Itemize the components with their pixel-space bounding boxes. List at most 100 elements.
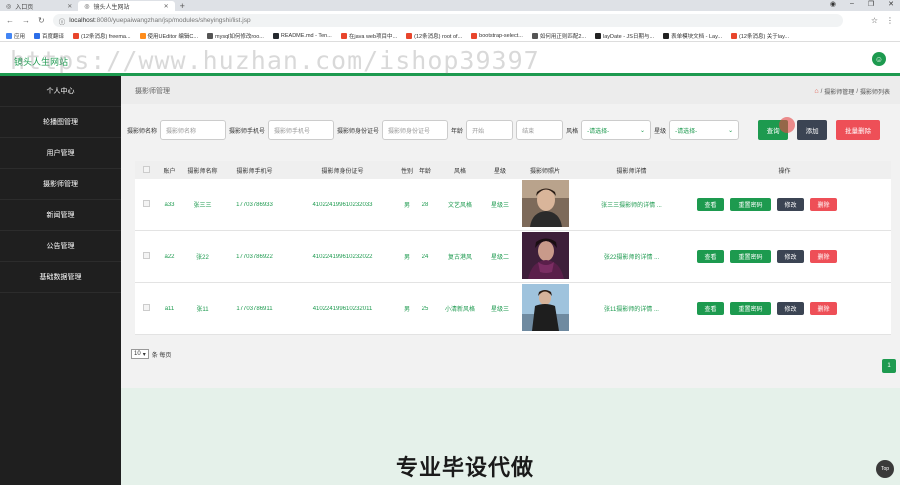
sidebar-item-label: 新闻管理 (46, 212, 75, 219)
style-select[interactable]: -请选择- ⌄ (581, 120, 652, 140)
bookmark-item[interactable]: 应用 (6, 32, 25, 40)
delete-button[interactable]: 删除 (810, 198, 837, 211)
bookmark-favicon-icon (6, 32, 12, 39)
bookmark-item[interactable]: 在java web项目中... (340, 32, 397, 40)
new-tab-button[interactable]: + (175, 1, 190, 11)
header-detail: 摄影师详情 (616, 168, 647, 175)
back-icon[interactable]: ← (6, 16, 14, 25)
cell-gender: 男 (403, 307, 410, 313)
menu-icon[interactable]: ⋮ (886, 16, 894, 25)
globe-icon: ◎ (84, 3, 90, 10)
forward-icon[interactable]: → (22, 16, 30, 25)
table-row: a33 张三三 17703786933 410224199610232033 男… (135, 179, 891, 231)
bookmark-favicon-icon (340, 32, 347, 39)
bookmark-favicon-icon (731, 32, 737, 39)
idcard-input[interactable]: 摄影师身份证号 (382, 120, 449, 140)
star-icon[interactable]: ☆ (871, 16, 878, 25)
edit-button[interactable]: 修改 (777, 198, 804, 211)
close-window-icon[interactable]: ✕ (888, 0, 894, 8)
reload-icon[interactable]: ↻ (38, 16, 45, 25)
name-label: 摄影师名称 (127, 128, 158, 135)
maximize-icon[interactable]: ❐ (868, 0, 874, 8)
edit-button[interactable]: 修改 (777, 250, 804, 263)
breadcrumb-item[interactable]: 摄影师管理 (824, 87, 854, 96)
cell-detail: 张11摄影师的详情 ... (604, 307, 659, 313)
sidebar-item-label: 基础数据管理 (39, 274, 82, 281)
style-select-value: -请选择- (587, 128, 610, 135)
bookmark-item[interactable]: 表单模块文档 - Lay... (663, 32, 722, 40)
back-to-top-button[interactable]: Top (876, 460, 894, 478)
cell-phone: 17703786922 (236, 253, 273, 260)
bookmark-item[interactable]: 如何用正则匹配2... (531, 32, 586, 40)
age-start-input[interactable]: 开始 (466, 120, 514, 140)
select-all-checkbox[interactable] (135, 165, 157, 175)
reset-password-button[interactable]: 重置密码 (730, 302, 771, 315)
sidebar-item-carousel[interactable]: 轮播图管理 (0, 107, 121, 138)
age-end-input[interactable]: 结束 (516, 120, 564, 140)
user-avatar-icon[interactable]: ☺ (872, 52, 886, 66)
delete-button[interactable]: 删除 (810, 302, 837, 315)
close-icon[interactable]: ✕ (164, 3, 169, 10)
cell-name: 张三三 (193, 203, 212, 209)
cell-gender: 男 (403, 203, 410, 209)
sidebar-item-users[interactable]: 用户管理 (0, 138, 121, 169)
bookmark-item[interactable]: 百度翻译 (34, 32, 64, 40)
page-size-value: 10 (134, 351, 141, 357)
bookmark-label: 应用 (14, 33, 26, 40)
home-icon[interactable]: ⌂ (814, 88, 818, 95)
bookmark-item[interactable]: layDate - JS日期与... (595, 32, 654, 40)
app-title: 镜头人生网站 (14, 57, 69, 67)
sidebar: 个人中心 轮播图管理 用户管理 摄影师管理 新闻管理 公告管理 基础数据管理 (0, 76, 121, 485)
row-checkbox[interactable] (135, 252, 157, 261)
sidebar-item-news[interactable]: 新闻管理 (0, 200, 121, 231)
phone-input[interactable]: 摄影师手机号 (268, 120, 335, 140)
add-button[interactable]: 添加 (797, 120, 828, 140)
minimize-icon[interactable]: – (850, 0, 854, 8)
bookmark-favicon-icon (531, 32, 538, 39)
bookmark-label: (12条消息) freema... (81, 33, 131, 40)
header-ops: 操作 (778, 168, 791, 175)
close-icon[interactable]: ✕ (67, 3, 72, 10)
bookmark-item[interactable]: (12条消息) 关于lay... (731, 32, 789, 40)
cell-style: 文艺风格 (447, 203, 472, 209)
account-icon[interactable]: ◉ (830, 0, 836, 8)
delete-button[interactable]: 删除 (810, 250, 837, 263)
bookmark-label: (12条消息) 关于lay... (739, 33, 790, 40)
bookmark-favicon-icon (595, 32, 602, 39)
browser-tab-active[interactable]: ◎ 镜头人生网站 ✕ (78, 1, 175, 11)
page-size-select[interactable]: 10 ▾ (131, 349, 149, 359)
view-button[interactable]: 查看 (697, 250, 724, 263)
phone-label: 摄影师手机号 (229, 128, 266, 135)
name-input[interactable]: 摄影师名称 (160, 120, 227, 140)
cell-idcard: 410224199610232011 (312, 305, 373, 312)
view-button[interactable]: 查看 (697, 302, 724, 315)
bookmark-item[interactable]: bootstrap-select... (471, 32, 523, 39)
cell-account: a33 (164, 201, 175, 208)
sidebar-item-notices[interactable]: 公告管理 (0, 231, 121, 262)
view-button[interactable]: 查看 (697, 198, 724, 211)
bookmark-item[interactable]: README.md - Ten... (272, 32, 332, 39)
batch-delete-button[interactable]: 批量删除 (836, 120, 881, 140)
chevron-down-icon: ⌄ (640, 127, 646, 134)
row-checkbox[interactable] (135, 200, 157, 209)
bookmark-item[interactable]: 使用UEditor 编辑C... (139, 32, 198, 40)
cell-photo (515, 232, 575, 281)
browser-tab[interactable]: ◎ 入口页 ✕ (0, 1, 78, 11)
row-checkbox[interactable] (135, 304, 157, 313)
reset-password-button[interactable]: 重置密码 (730, 198, 771, 211)
level-select[interactable]: -请选择- ⌄ (669, 120, 740, 140)
page-size-label: 条 每页 (151, 352, 172, 359)
bookmark-label: (12条消息) root of... (414, 33, 463, 40)
url-input[interactable]: ⓘ localhost:8080/yuepaiwangzhan/jsp/modu… (52, 14, 843, 27)
sidebar-item-photographers[interactable]: 摄影师管理 (0, 169, 121, 200)
bookmark-item[interactable]: (12条消息) freema... (73, 32, 131, 40)
bookmark-item[interactable]: mysql如何修改roo... (206, 32, 264, 40)
reset-password-button[interactable]: 重置密码 (730, 250, 771, 263)
edit-button[interactable]: 修改 (777, 302, 804, 315)
cell-detail: 张22摄影师的详情 ... (603, 255, 660, 261)
sidebar-item-basic-data[interactable]: 基础数据管理 (0, 262, 121, 293)
bookmark-item[interactable]: (12条消息) root of... (406, 32, 462, 40)
bookmark-label: 百度翻译 (42, 33, 65, 40)
sidebar-item-personal[interactable]: 个人中心 (0, 76, 121, 107)
page-number-button[interactable]: 1 (882, 359, 896, 373)
